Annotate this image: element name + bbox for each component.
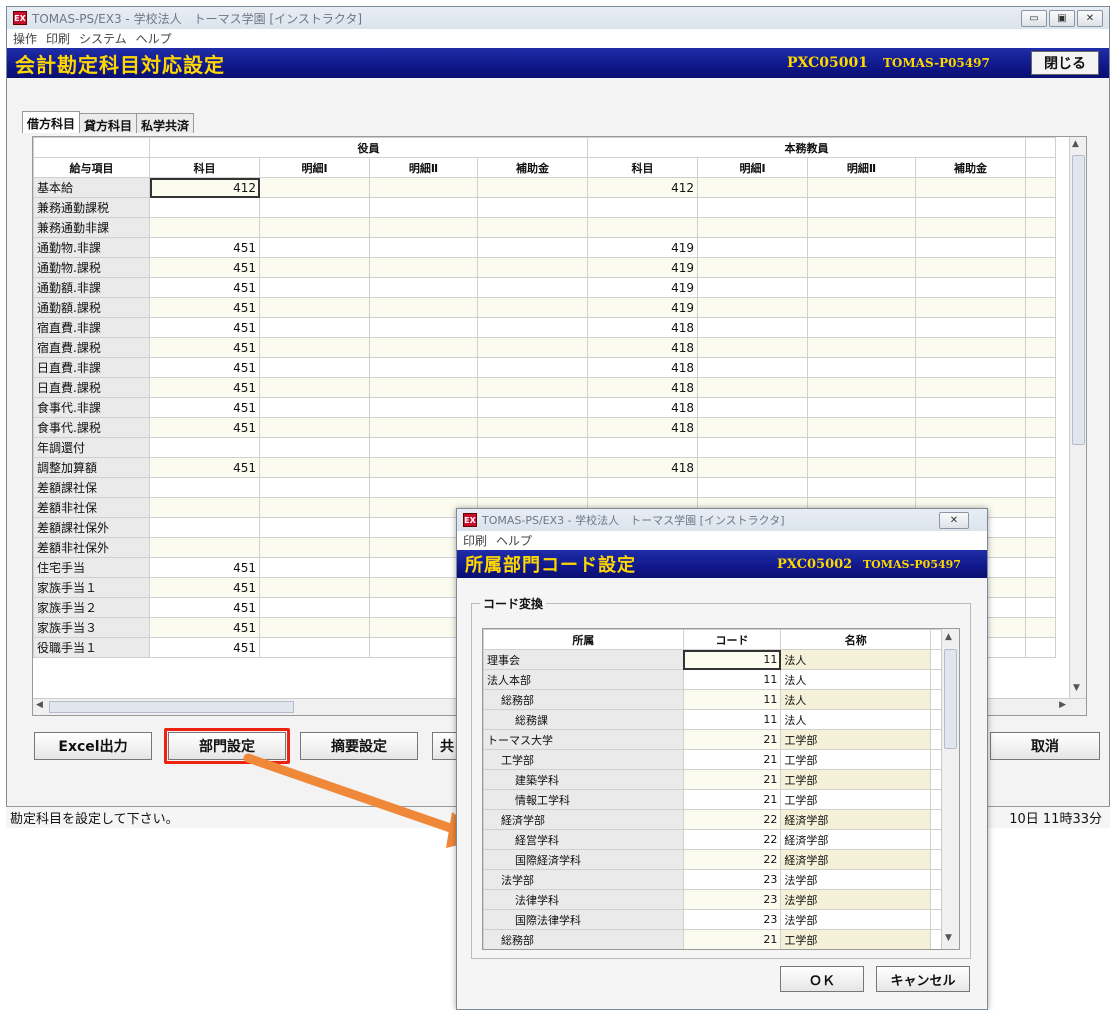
code-name-cell: 経済学部 — [780, 849, 932, 870]
dept-name: 法律学科 — [483, 889, 684, 910]
dialog-menu-help[interactable]: ヘルプ — [496, 532, 532, 549]
code-cell[interactable]: 22 — [682, 849, 782, 870]
dept-name: 情報工学科 — [483, 789, 684, 810]
list-item: 建築学科 21 工学部 — [483, 769, 959, 790]
dialog-title: 所属部門コード設定 — [465, 555, 636, 576]
code-cell[interactable]: 22 — [682, 809, 782, 830]
code-name-cell: 法学部 — [780, 889, 932, 910]
code-cell[interactable]: 23 — [682, 889, 782, 910]
code-cell[interactable]: 21 — [682, 929, 782, 949]
list-item: 情報工学科 21 工学部 — [483, 789, 959, 810]
list-item: トーマス大学 21 工学部 — [483, 729, 959, 750]
code-cell[interactable]: 11 — [682, 709, 782, 730]
code-cell[interactable]: 21 — [682, 749, 782, 770]
code-name-cell: 法人 — [780, 649, 932, 670]
list-item: 法律学科 23 法学部 — [483, 889, 959, 910]
dept-code-table: 所属 コード 名称 理事会 11 法人 法人本部 11 法人 総務部 11 法人 総務課 11 法人ト… — [483, 629, 959, 949]
code-cell[interactable]: 21 — [682, 789, 782, 810]
group-title: コード変換 — [480, 595, 547, 612]
dept-name: 経済学部 — [483, 809, 684, 830]
dialog-scroll-up-icon[interactable]: ▲ — [945, 632, 952, 642]
code-name-cell: 工学部 — [780, 749, 932, 770]
ok-button[interactable]: ＯＫ — [780, 966, 864, 992]
dept-name: 総務部 — [483, 929, 684, 949]
dialog-menubar: 印刷 ヘルプ — [457, 531, 987, 550]
code-name-cell: 法人 — [780, 689, 932, 710]
list-item: 理事会 11 法人 — [483, 649, 959, 670]
dialog-titlebar[interactable]: EX TOMAS-PS/EX3 - 学校法人 トーマス学園 [インストラクタ] … — [457, 509, 987, 531]
dialog-window-title: TOMAS-PS/EX3 - 学校法人 トーマス学園 [インストラクタ] — [482, 514, 785, 527]
code-name-cell: 法人 — [780, 709, 932, 730]
dept-name: 国際法律学科 — [483, 909, 684, 930]
code-name-cell: 工学部 — [780, 729, 932, 750]
dialog-header-bar: 所属部門コード設定 PXC05002 TOMAS-P05497 — [457, 550, 987, 578]
list-item: 総務課 11 法人 — [483, 709, 959, 730]
code-cell[interactable]: 21 — [682, 769, 782, 790]
col-header-code: コード — [682, 629, 782, 650]
code-cell[interactable]: 22 — [682, 829, 782, 850]
code-name-cell: 経済学部 — [780, 829, 932, 850]
list-item: 総務部 11 法人 — [483, 689, 959, 710]
code-name-cell: 法人 — [780, 669, 932, 690]
dept-name: 法人本部 — [483, 669, 684, 690]
dept-name: 建築学科 — [483, 769, 684, 790]
dept-name: 総務課 — [483, 709, 684, 730]
dialog-vertical-scrollbar[interactable]: ▲ ▼ — [941, 629, 959, 949]
code-cell[interactable]: 21 — [682, 729, 782, 750]
list-item: 経済学部 22 経済学部 — [483, 809, 959, 830]
list-item: 国際法律学科 23 法学部 — [483, 909, 959, 930]
code-cell[interactable]: 11 — [682, 689, 782, 710]
dialog-close-icon[interactable]: ✕ — [939, 512, 969, 529]
dept-name: 国際経済学科 — [483, 849, 684, 870]
dialog-screen-id: PXC05002 — [777, 556, 853, 572]
dialog-scroll-down-icon[interactable]: ▼ — [945, 933, 952, 943]
code-name-cell: 法学部 — [780, 909, 932, 930]
list-item: 経営学科 22 経済学部 — [483, 829, 959, 850]
dept-name: 経営学科 — [483, 829, 684, 850]
code-name-cell: 工学部 — [780, 929, 932, 949]
dialog-user-id: TOMAS-P05497 — [863, 557, 961, 571]
dept-name: 総務部 — [483, 689, 684, 710]
dept-name: 理事会 — [483, 649, 684, 670]
dialog-cancel-button[interactable]: キャンセル — [876, 966, 970, 992]
list-item: 法学部 23 法学部 — [483, 869, 959, 890]
dept-name: トーマス大学 — [483, 729, 684, 750]
dept-code-grid[interactable]: 所属 コード 名称 理事会 11 法人 法人本部 11 法人 総務部 11 法人 総務課 11 法人ト… — [482, 628, 960, 950]
list-item: 工学部 21 工学部 — [483, 749, 959, 770]
code-name-cell: 経済学部 — [780, 809, 932, 830]
list-item: 法人本部 11 法人 — [483, 669, 959, 690]
col-header-dept: 所属 — [483, 629, 684, 650]
code-cell[interactable]: 11 — [682, 649, 782, 670]
code-name-cell: 工学部 — [780, 769, 932, 790]
list-item: 国際経済学科 22 経済学部 — [483, 849, 959, 870]
col-header-name: 名称 — [780, 629, 932, 650]
list-item: 総務部 21 工学部 — [483, 929, 959, 949]
code-cell[interactable]: 11 — [682, 669, 782, 690]
code-name-cell: 工学部 — [780, 789, 932, 810]
dept-name: 工学部 — [483, 749, 684, 770]
dept-name: 法学部 — [483, 869, 684, 890]
dialog-scroll-thumb[interactable] — [944, 649, 957, 749]
code-cell[interactable]: 23 — [682, 909, 782, 930]
code-name-cell: 法学部 — [780, 869, 932, 890]
code-cell[interactable]: 23 — [682, 869, 782, 890]
dialog-menu-print[interactable]: 印刷 — [463, 532, 487, 549]
dialog-app-icon: EX — [463, 513, 477, 527]
